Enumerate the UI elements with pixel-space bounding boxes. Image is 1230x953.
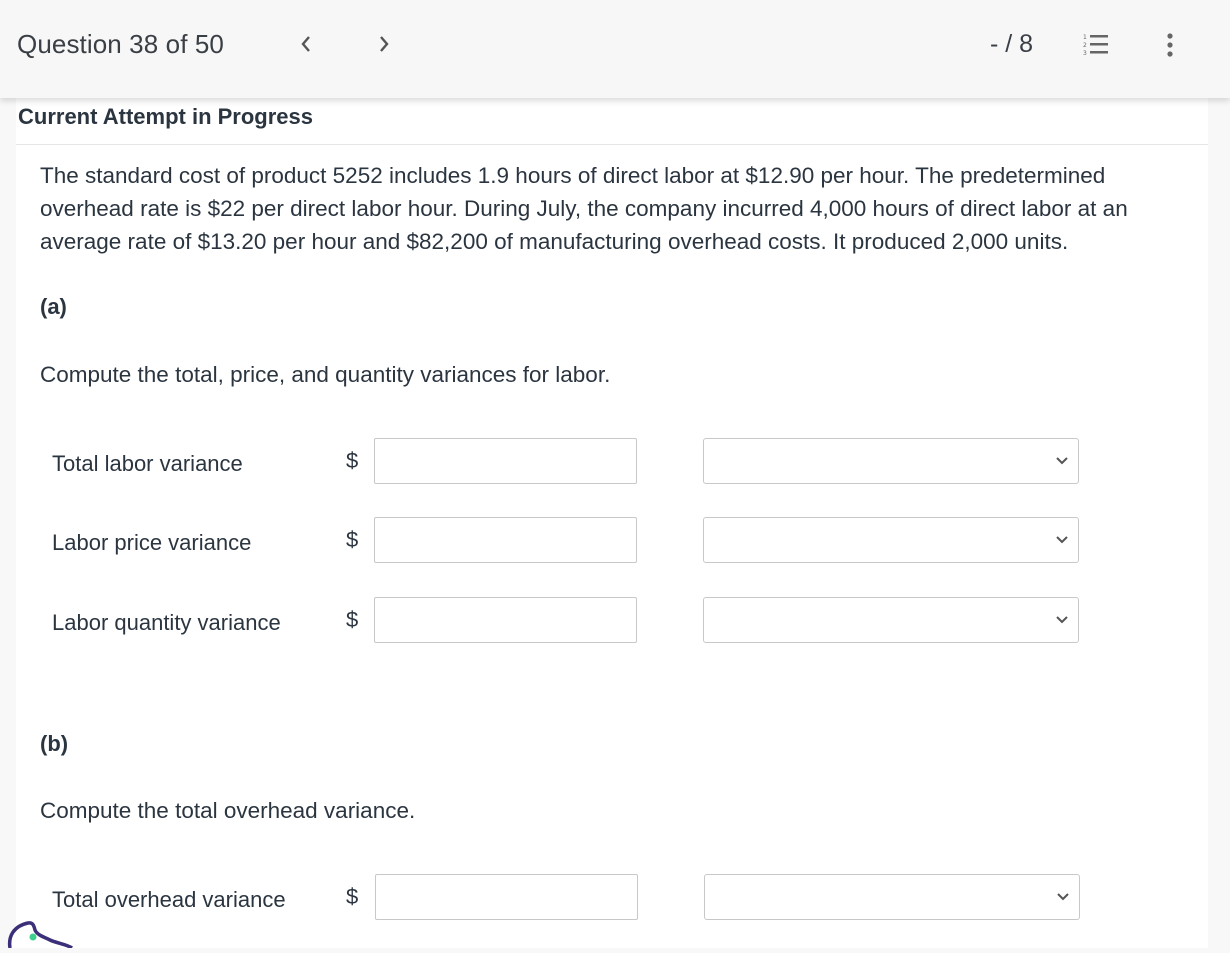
labor-quantity-variance-label: Labor quantity variance bbox=[52, 610, 281, 635]
attempt-status: Current Attempt in Progress bbox=[18, 104, 314, 129]
labor-price-variance-input[interactable] bbox=[374, 517, 637, 563]
more-options-button[interactable] bbox=[1160, 30, 1180, 60]
labor-price-variance-label: Labor price variance bbox=[52, 530, 252, 555]
problem-statement: The standard cost of product 5252 includ… bbox=[40, 163, 1128, 254]
next-question-button[interactable] bbox=[372, 30, 396, 58]
currency-symbol: $ bbox=[346, 607, 359, 632]
total-labor-variance-select[interactable] bbox=[703, 438, 1079, 484]
divider bbox=[16, 144, 1208, 145]
currency-symbol: $ bbox=[346, 884, 359, 909]
part-a-instruction: Compute the total, price, and quantity v… bbox=[40, 362, 611, 387]
numbered-list-icon: 1 2 3 bbox=[1083, 34, 1108, 57]
svg-text:3: 3 bbox=[1083, 50, 1087, 57]
total-overhead-variance-input[interactable] bbox=[375, 874, 638, 920]
question-position: Question 38 of 50 bbox=[17, 29, 224, 59]
currency-symbol: $ bbox=[346, 527, 359, 552]
total-overhead-variance-label: Total overhead variance bbox=[52, 887, 286, 912]
total-labor-variance-label: Total labor variance bbox=[52, 451, 243, 476]
labor-quantity-variance-select[interactable] bbox=[703, 597, 1079, 643]
svg-text:2: 2 bbox=[1083, 42, 1087, 49]
question-list-button[interactable]: 1 2 3 bbox=[1082, 30, 1114, 60]
assistant-launcher[interactable] bbox=[0, 912, 80, 950]
chevron-down-icon bbox=[1056, 536, 1068, 544]
chevron-down-icon bbox=[1056, 616, 1068, 624]
part-b-instruction: Compute the total overhead variance. bbox=[40, 798, 416, 823]
total-overhead-variance-select[interactable] bbox=[704, 874, 1080, 920]
chevron-right-icon bbox=[380, 36, 389, 52]
labor-price-variance-select[interactable] bbox=[703, 517, 1079, 563]
part-b-label: (b) bbox=[40, 731, 69, 756]
question-content: Current Attempt in Progress The standard… bbox=[16, 98, 1208, 948]
svg-text:1: 1 bbox=[1083, 34, 1087, 41]
more-vertical-icon bbox=[1167, 33, 1173, 57]
currency-symbol: $ bbox=[346, 448, 359, 473]
mascot-eye bbox=[29, 933, 37, 941]
question-header: Question 38 of 50 - / 8 1 2 3 bbox=[0, 0, 1230, 98]
chevron-down-icon bbox=[1056, 457, 1068, 465]
part-a-label: (a) bbox=[40, 294, 67, 319]
chevron-down-icon bbox=[1057, 893, 1069, 901]
chevron-left-icon bbox=[301, 36, 310, 52]
score: - / 8 bbox=[990, 30, 1034, 58]
labor-quantity-variance-input[interactable] bbox=[374, 597, 637, 643]
previous-question-button[interactable] bbox=[294, 30, 318, 58]
total-labor-variance-input[interactable] bbox=[374, 438, 637, 484]
mascot-icon bbox=[7, 921, 73, 950]
